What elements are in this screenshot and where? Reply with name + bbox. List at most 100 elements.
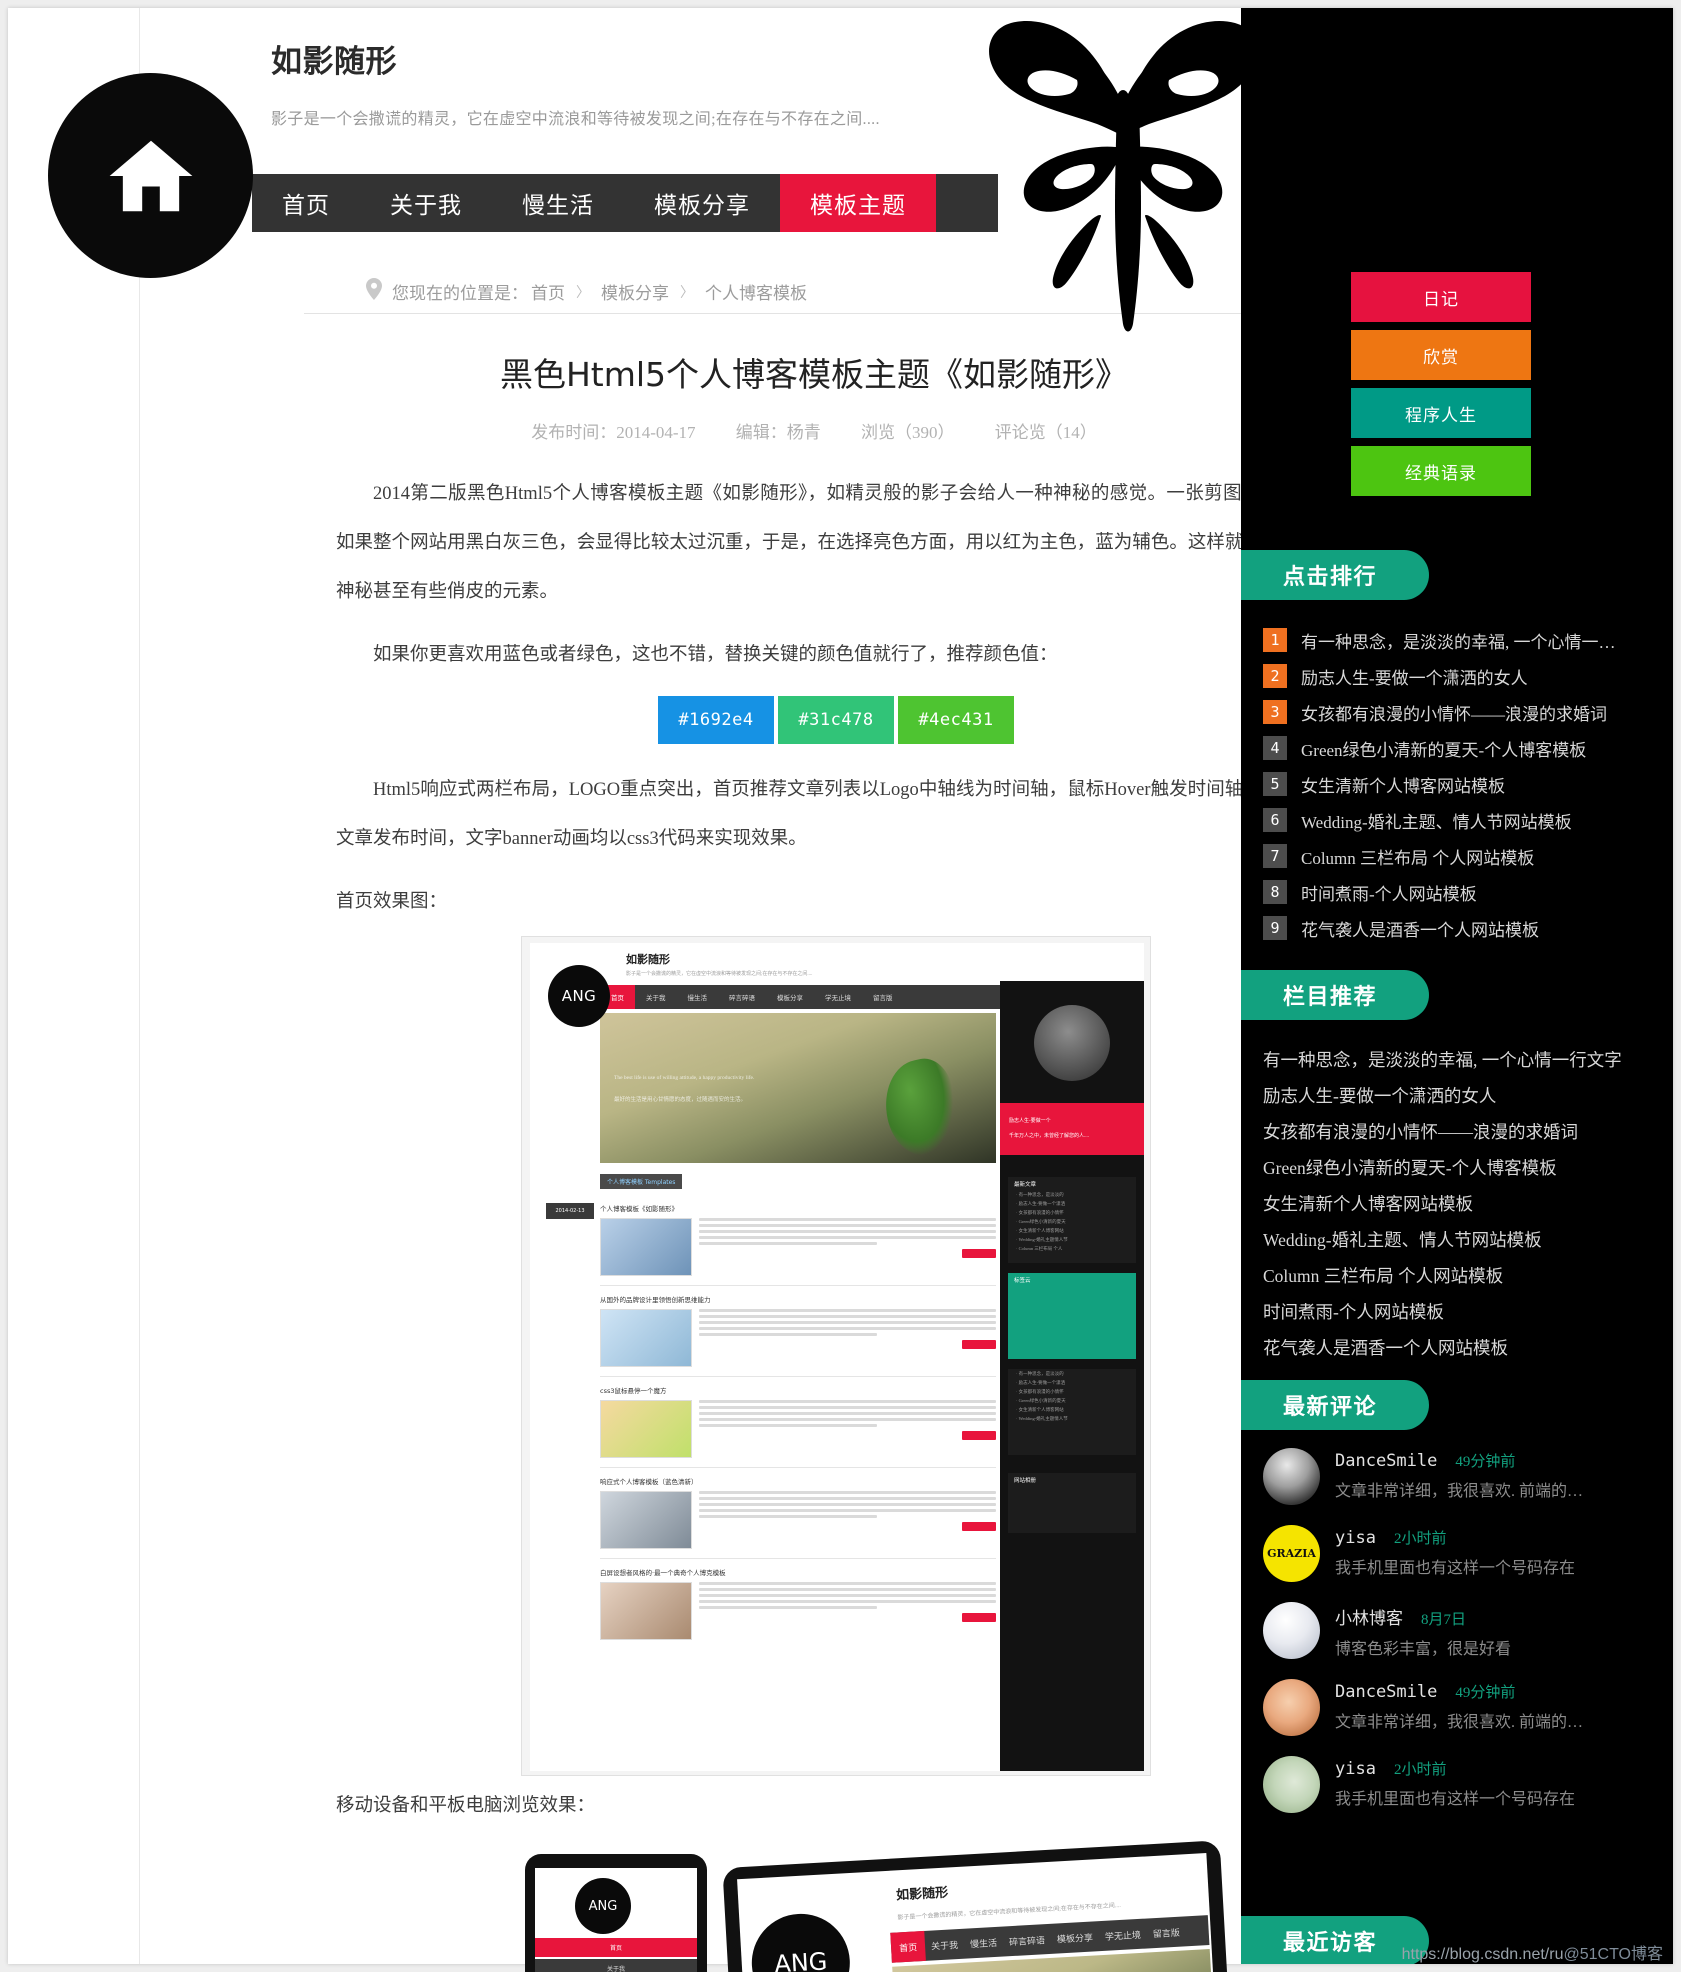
nav-item-template-theme[interactable]: 模板主题	[780, 174, 936, 232]
avatar: GRAZIA	[1263, 1525, 1320, 1582]
nav-item-template-share[interactable]: 模板分享	[624, 174, 780, 232]
preview-read-more-button	[962, 1430, 996, 1440]
comment-time: 2小时前	[1393, 1531, 1447, 1547]
latest-comments-section: 最新评论 DanceSmile 49分钟前 文章非常详细，我很喜欢. 前端的…	[1241, 1380, 1673, 1833]
list-item[interactable]: 7 Column 三栏布局 个人网站模板	[1263, 838, 1673, 874]
page-title: 黑色Html5个人博客模板主题《如影随形》	[499, 355, 1129, 394]
preview-side-block-item: · Green绿色小清新的夏天	[1016, 1397, 1066, 1403]
rank-title: 时间煮雨-个人网站模板	[1301, 884, 1477, 904]
list-item[interactable]: 9 花气袭人是酒香一个人网站模板	[1263, 910, 1673, 946]
rank-number: 2	[1263, 664, 1287, 688]
watermark: https://blog.csdn.net/ru@51CTO博客	[1402, 1940, 1663, 1964]
latest-comments-title: 最新评论	[1241, 1380, 1429, 1430]
color-swatch-row: #1692e4 #31c478 #4ec431	[336, 696, 1336, 744]
main-nav: 首页 关于我 慢生活 模板分享 模板主题	[252, 174, 998, 232]
preview-hero-banner: The best life is use of willing attitude…	[600, 1013, 996, 1163]
tablet-nav-item: 慢生活	[969, 1938, 998, 1950]
tablet-nav-item: 关于我	[930, 1940, 959, 1953]
preview-read-more-button	[962, 1339, 996, 1349]
list-item[interactable]: 6 Wedding-婚礼主题、情人节网站模板	[1263, 802, 1673, 838]
list-item[interactable]: 女生清新个人博客网站模板	[1263, 1186, 1673, 1222]
article-views: 浏览（390）	[861, 423, 955, 442]
list-item[interactable]: 励志人生-要做一个潇洒的女人	[1263, 1078, 1673, 1114]
rank-title: 有一种思念，是淡淡的幸福, 一个心情一…	[1301, 632, 1616, 652]
home-logo-button[interactable]	[48, 73, 253, 278]
breadcrumb-item-current[interactable]: 个人博客模板	[705, 279, 807, 304]
list-item[interactable]: Column 三栏布局 个人网站模板	[1263, 1258, 1673, 1294]
comment-author: DanceSmile	[1335, 1682, 1438, 1702]
preview-red-line2: 千年万人之中，未曾经了解您的人....	[1009, 1134, 1090, 1139]
list-item[interactable]: Wedding-婚礼主题、情人节网站模板	[1263, 1222, 1673, 1258]
preview-hero-line2: 最好的生活是用心甘情愿的态度，过随遇而安的生活。	[614, 1097, 747, 1103]
category-button-label: 程序人生	[1405, 405, 1477, 426]
avatar	[1263, 1756, 1320, 1813]
list-item[interactable]: 1 有一种思念，是淡淡的幸福, 一个心情一…	[1263, 622, 1673, 658]
preview-side-block-item: · 女生清新个人博客网站	[1016, 1227, 1064, 1233]
category-button-appreciation[interactable]: 欣赏	[1351, 330, 1531, 380]
comment-author: yisa	[1335, 1528, 1376, 1548]
nav-item-about[interactable]: 关于我	[360, 174, 492, 232]
preview-leaf-decoration	[876, 1053, 966, 1162]
nav-item-slowlife[interactable]: 慢生活	[492, 174, 624, 232]
preview-side-block-item: · Wedding-婚礼主题情人节	[1016, 1415, 1068, 1421]
preview-article-heading: 响应式个人博客模板（蓝色清新）	[600, 1478, 698, 1486]
list-item[interactable]: 小林博客 8月7日 博客色彩丰富，很是好看	[1263, 1602, 1673, 1659]
preview-logo: ANG	[548, 965, 610, 1027]
phone-mockup: ANG 首页 关于我 慢生活 碎言碎语 模板分享 学无止境	[525, 1854, 707, 1972]
comment-time: 49分钟前	[1455, 1685, 1516, 1701]
home-preview-image-wrap: 如影随形 影子是一个会撒谎的精灵，它在虚空中流浪和等待被发现之间;在存在与不存在…	[336, 936, 1336, 1776]
list-item[interactable]: 时间煮雨-个人网站模板	[1263, 1294, 1673, 1330]
preview-avatar	[1034, 1005, 1110, 1081]
list-item[interactable]: 有一种思念，是淡淡的幸福, 一个心情一行文字	[1263, 1042, 1673, 1078]
watermark-url: https://blog.csdn.net/ru	[1401, 1946, 1564, 1963]
rank-title: 花气袭人是酒香一个人网站模板	[1301, 920, 1539, 940]
rank-number: 7	[1263, 844, 1287, 868]
list-item[interactable]: Green绿色小清新的夏天-个人博客模板	[1263, 1150, 1673, 1186]
list-item[interactable]: yisa 2小时前 我手机里面也有这样一个号码存在	[1263, 1756, 1673, 1813]
rank-number: 6	[1263, 808, 1287, 832]
tablet-nav-item: 碎言碎语	[1008, 1935, 1046, 1948]
list-item[interactable]: 5 女生清新个人博客网站模板	[1263, 766, 1673, 802]
article-meta: 发布时间：2014-04-17 编辑：杨青 浏览（390） 评论览（14）	[304, 418, 1324, 443]
article-editor: 编辑：杨青	[735, 423, 821, 442]
list-item[interactable]: 2 励志人生-要做一个潇洒的女人	[1263, 658, 1673, 694]
tablet-nav-item: 首页	[890, 1930, 926, 1963]
preview-side-block-item: · 女生清新个人博客网站	[1016, 1406, 1064, 1412]
list-item[interactable]: 4 Green绿色小清新的夏天-个人博客模板	[1263, 730, 1673, 766]
main-content-column: 如影随形 影子是一个会撒谎的精灵，它在虚空中流浪和等待被发现之间;在存在与不存在…	[141, 8, 1336, 1972]
mobile-preview-image-wrap: ANG 首页 关于我 慢生活 碎言碎语 模板分享 学无止境 如影随形	[336, 1840, 1336, 1972]
breadcrumb-item-home[interactable]: 首页	[531, 279, 565, 304]
comment-time: 2小时前	[1393, 1762, 1447, 1778]
preview-side-block-item: · Column 三栏布局 个人	[1016, 1245, 1063, 1251]
list-item[interactable]: DanceSmile 49分钟前 文章非常详细，我很喜欢. 前端的…	[1263, 1679, 1673, 1736]
comment-text: 博客色彩丰富，很是好看	[1335, 1641, 1512, 1658]
preview-read-more-button	[962, 1248, 996, 1258]
breadcrumb-item-templates[interactable]: 模板分享	[601, 279, 669, 304]
preview-side-block-title: 标签云	[1014, 1277, 1031, 1284]
category-button-programmer-life[interactable]: 程序人生	[1351, 388, 1531, 438]
preview-side-block-item: · 有一种思念，是淡淡的	[1016, 1191, 1064, 1197]
category-button-diary[interactable]: 日记	[1351, 272, 1531, 322]
category-button-quotes[interactable]: 经典语录	[1351, 446, 1531, 496]
rank-number: 5	[1263, 772, 1287, 796]
preview-side-block-item: · 励志人生-要做一个潇洒	[1016, 1200, 1066, 1206]
category-button-label: 经典语录	[1405, 463, 1477, 484]
preview-thumb	[600, 1218, 692, 1276]
tablet-nav-item: 留言版	[1152, 1928, 1181, 1940]
list-item[interactable]: 8 时间煮雨-个人网站模板	[1263, 874, 1673, 910]
comment-author: 小林博客	[1335, 1609, 1403, 1628]
rank-title: 女孩都有浪漫的小情怀——浪漫的求婚词	[1301, 704, 1607, 724]
tablet-nav-item: 模板分享	[1056, 1933, 1094, 1946]
list-item[interactable]: GRAZIA yisa 2小时前 我手机里面也有这样一个号码存在	[1263, 1525, 1673, 1582]
tablet-nav-item: 学无止境	[1104, 1930, 1142, 1943]
article-paragraph: 如果你更喜欢用蓝色或者绿色，这也不错，替换关键的颜色值就行了，推荐颜色值：	[373, 645, 1058, 665]
list-item[interactable]: DanceSmile 49分钟前 文章非常详细，我很喜欢. 前端的…	[1263, 1448, 1673, 1505]
preview-thumb	[600, 1400, 692, 1458]
home-preview-image: 如影随形 影子是一个会撒谎的精灵，它在虚空中流浪和等待被发现之间;在存在与不存在…	[521, 936, 1151, 1776]
nav-item-home[interactable]: 首页	[252, 174, 360, 232]
rank-title: Green绿色小清新的夏天-个人博客模板	[1301, 740, 1587, 760]
list-item[interactable]: 花气袭人是酒香一个人网站模板	[1263, 1330, 1673, 1366]
list-item[interactable]: 3 女孩都有浪漫的小情怀——浪漫的求婚词	[1263, 694, 1673, 730]
preview-side-block-item: · 女孩都有浪漫的小情怀	[1016, 1209, 1064, 1215]
list-item[interactable]: 女孩都有浪漫的小情怀——浪漫的求婚词	[1263, 1114, 1673, 1150]
